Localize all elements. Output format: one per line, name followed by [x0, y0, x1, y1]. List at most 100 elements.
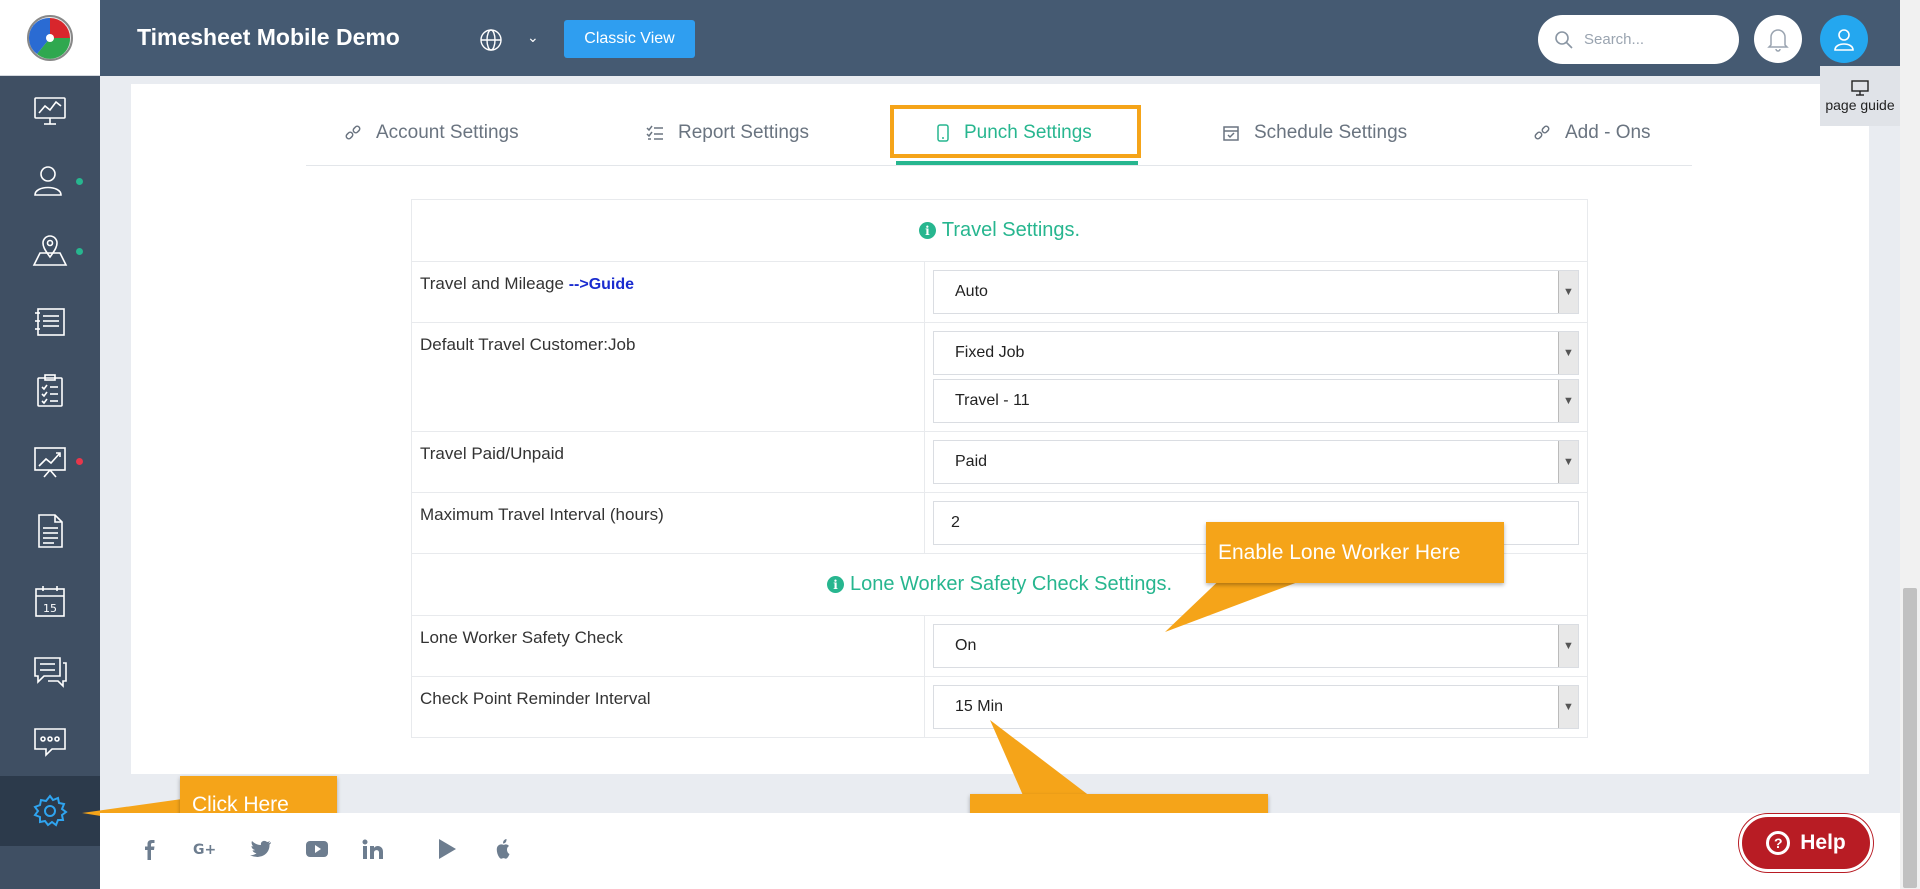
- travel-mileage-label: Travel and Mileage: [420, 274, 564, 293]
- selected-value: Auto: [955, 283, 988, 300]
- classic-view-button[interactable]: Classic View: [564, 20, 695, 58]
- tab-report-settings[interactable]: Report Settings: [646, 100, 809, 166]
- checklist-icon: [646, 125, 663, 140]
- customer-select[interactable]: Fixed Job ▼: [933, 331, 1579, 375]
- row-lone-worker-check: Lone Worker Safety Check On ▼: [412, 616, 1587, 677]
- scrollbar-thumb[interactable]: [1903, 588, 1917, 888]
- notifications-button[interactable]: [1754, 15, 1802, 63]
- section-title: Lone Worker Safety Check Settings.: [849, 573, 1172, 595]
- google-play-icon[interactable]: [434, 836, 460, 862]
- link-icon: [345, 125, 361, 140]
- sidebar: 15: [0, 0, 100, 889]
- chat-bubbles-icon: [34, 657, 67, 688]
- bell-icon: [1767, 29, 1789, 52]
- chevron-down-icon[interactable]: ▼: [1558, 271, 1578, 313]
- max-travel-interval-label: Maximum Travel Interval (hours): [412, 493, 925, 553]
- row-label: Travel and Mileage -->Guide: [412, 262, 925, 322]
- tab-label: Report Settings: [678, 122, 809, 143]
- chevron-down-icon[interactable]: ⌄: [527, 30, 539, 46]
- user-profile-icon: [1834, 29, 1854, 51]
- travel-paid-label: Travel Paid/Unpaid: [412, 432, 925, 492]
- travel-mileage-select[interactable]: Auto ▼: [933, 270, 1579, 314]
- linkedin-icon[interactable]: [360, 836, 386, 862]
- section-title: Travel Settings.: [941, 219, 1081, 241]
- search-icon: [1555, 30, 1573, 49]
- link-icon: [1534, 125, 1550, 140]
- chevron-down-icon[interactable]: ▼: [1558, 625, 1578, 667]
- profile-button[interactable]: [1820, 15, 1868, 63]
- sidebar-item-dashboard[interactable]: [0, 76, 100, 146]
- apple-icon[interactable]: [490, 836, 516, 862]
- youtube-icon[interactable]: [304, 836, 330, 862]
- default-customer-job-label: Default Travel Customer:Job: [412, 323, 925, 431]
- sidebar-item-documents[interactable]: [0, 496, 100, 566]
- employees-status-dot: [76, 178, 83, 185]
- row-travel-mileage: Travel and Mileage -->Guide Auto ▼: [412, 262, 1587, 323]
- callout-enable-lone-worker: Enable Lone Worker Here: [1206, 522, 1504, 583]
- sidebar-item-timesheets[interactable]: [0, 286, 100, 356]
- top-header: Timesheet Mobile Demo ⌄ Classic View Sea…: [100, 0, 1900, 76]
- tab-add-ons[interactable]: Add - Ons: [1533, 100, 1651, 166]
- lone-worker-check-label: Lone Worker Safety Check: [412, 616, 925, 676]
- chevron-down-icon[interactable]: ▼: [1558, 332, 1578, 374]
- chevron-down-icon[interactable]: ▼: [1558, 441, 1578, 483]
- clipboard-checklist-icon: [37, 374, 63, 407]
- info-icon: i: [826, 576, 844, 593]
- question-icon: ?: [1766, 831, 1791, 855]
- map-pin-icon: [32, 235, 68, 266]
- row-travel-paid: Travel Paid/Unpaid Paid ▼: [412, 432, 1587, 493]
- sidebar-item-tasks[interactable]: [0, 356, 100, 426]
- user-icon: [34, 166, 62, 196]
- info-icon: i: [918, 222, 936, 239]
- selected-value: 15 Min: [955, 698, 1004, 715]
- page-guide-label: page guide: [1825, 97, 1895, 113]
- sidebar-item-reports[interactable]: [0, 426, 100, 496]
- calendar-icon: 15: [35, 586, 65, 617]
- selected-value: On: [955, 637, 977, 654]
- row-default-customer-job: Default Travel Customer:Job Fixed Job ▼ …: [412, 323, 1587, 432]
- presentation-icon: [1851, 80, 1869, 96]
- app-title: Timesheet Mobile Demo: [137, 24, 400, 50]
- twitter-icon[interactable]: [248, 836, 274, 862]
- document-icon: [38, 514, 63, 548]
- globe-icon[interactable]: [478, 27, 504, 53]
- app-logo[interactable]: [0, 0, 100, 76]
- google-plus-icon[interactable]: G+: [192, 836, 218, 862]
- tab-label: Account Settings: [376, 122, 519, 143]
- dashboard-monitor-icon: [34, 97, 66, 125]
- svg-text:G+: G+: [193, 842, 216, 857]
- help-button[interactable]: ? Help: [1739, 814, 1873, 872]
- sidebar-item-schedule[interactable]: 15: [0, 566, 100, 636]
- presentation-chart-icon: [34, 447, 66, 478]
- logo-icon: [27, 14, 73, 61]
- chevron-down-icon[interactable]: ▼: [1558, 380, 1578, 422]
- tab-label: Schedule Settings: [1254, 122, 1408, 143]
- active-tab-indicator: [896, 161, 1138, 165]
- guide-link[interactable]: -->Guide: [569, 276, 634, 293]
- locations-status-dot: [76, 248, 83, 255]
- sidebar-item-messages[interactable]: [0, 636, 100, 706]
- notebook-icon: [35, 308, 65, 336]
- calendar-check-icon: [1223, 126, 1239, 141]
- sidebar-item-employees[interactable]: [0, 146, 100, 216]
- callout-tail-reminder: [990, 720, 1095, 800]
- more-chat-icon: [34, 728, 66, 757]
- reports-status-dot: [76, 458, 83, 465]
- page-guide-button[interactable]: page guide: [1820, 66, 1900, 126]
- sidebar-item-locations[interactable]: [0, 216, 100, 286]
- facebook-icon[interactable]: [136, 836, 162, 862]
- job-select[interactable]: Travel - 11 ▼: [933, 379, 1579, 423]
- tab-account-settings[interactable]: Account Settings: [344, 100, 519, 166]
- search-placeholder: Search...: [1584, 31, 1645, 48]
- selected-value: Paid: [955, 453, 988, 470]
- sidebar-item-more[interactable]: [0, 706, 100, 776]
- punch-settings-table: i Travel Settings. Travel and Mileage --…: [411, 199, 1588, 738]
- travel-paid-select[interactable]: Paid ▼: [933, 440, 1579, 484]
- gear-icon: [33, 794, 68, 827]
- chevron-down-icon[interactable]: ▼: [1558, 686, 1578, 728]
- reminder-interval-label: Check Point Reminder Interval: [412, 677, 925, 737]
- tab-highlight-box: [890, 105, 1141, 158]
- tab-schedule-settings[interactable]: Schedule Settings: [1222, 100, 1407, 166]
- search-input[interactable]: Search...: [1538, 15, 1739, 64]
- svg-text:15: 15: [43, 602, 57, 615]
